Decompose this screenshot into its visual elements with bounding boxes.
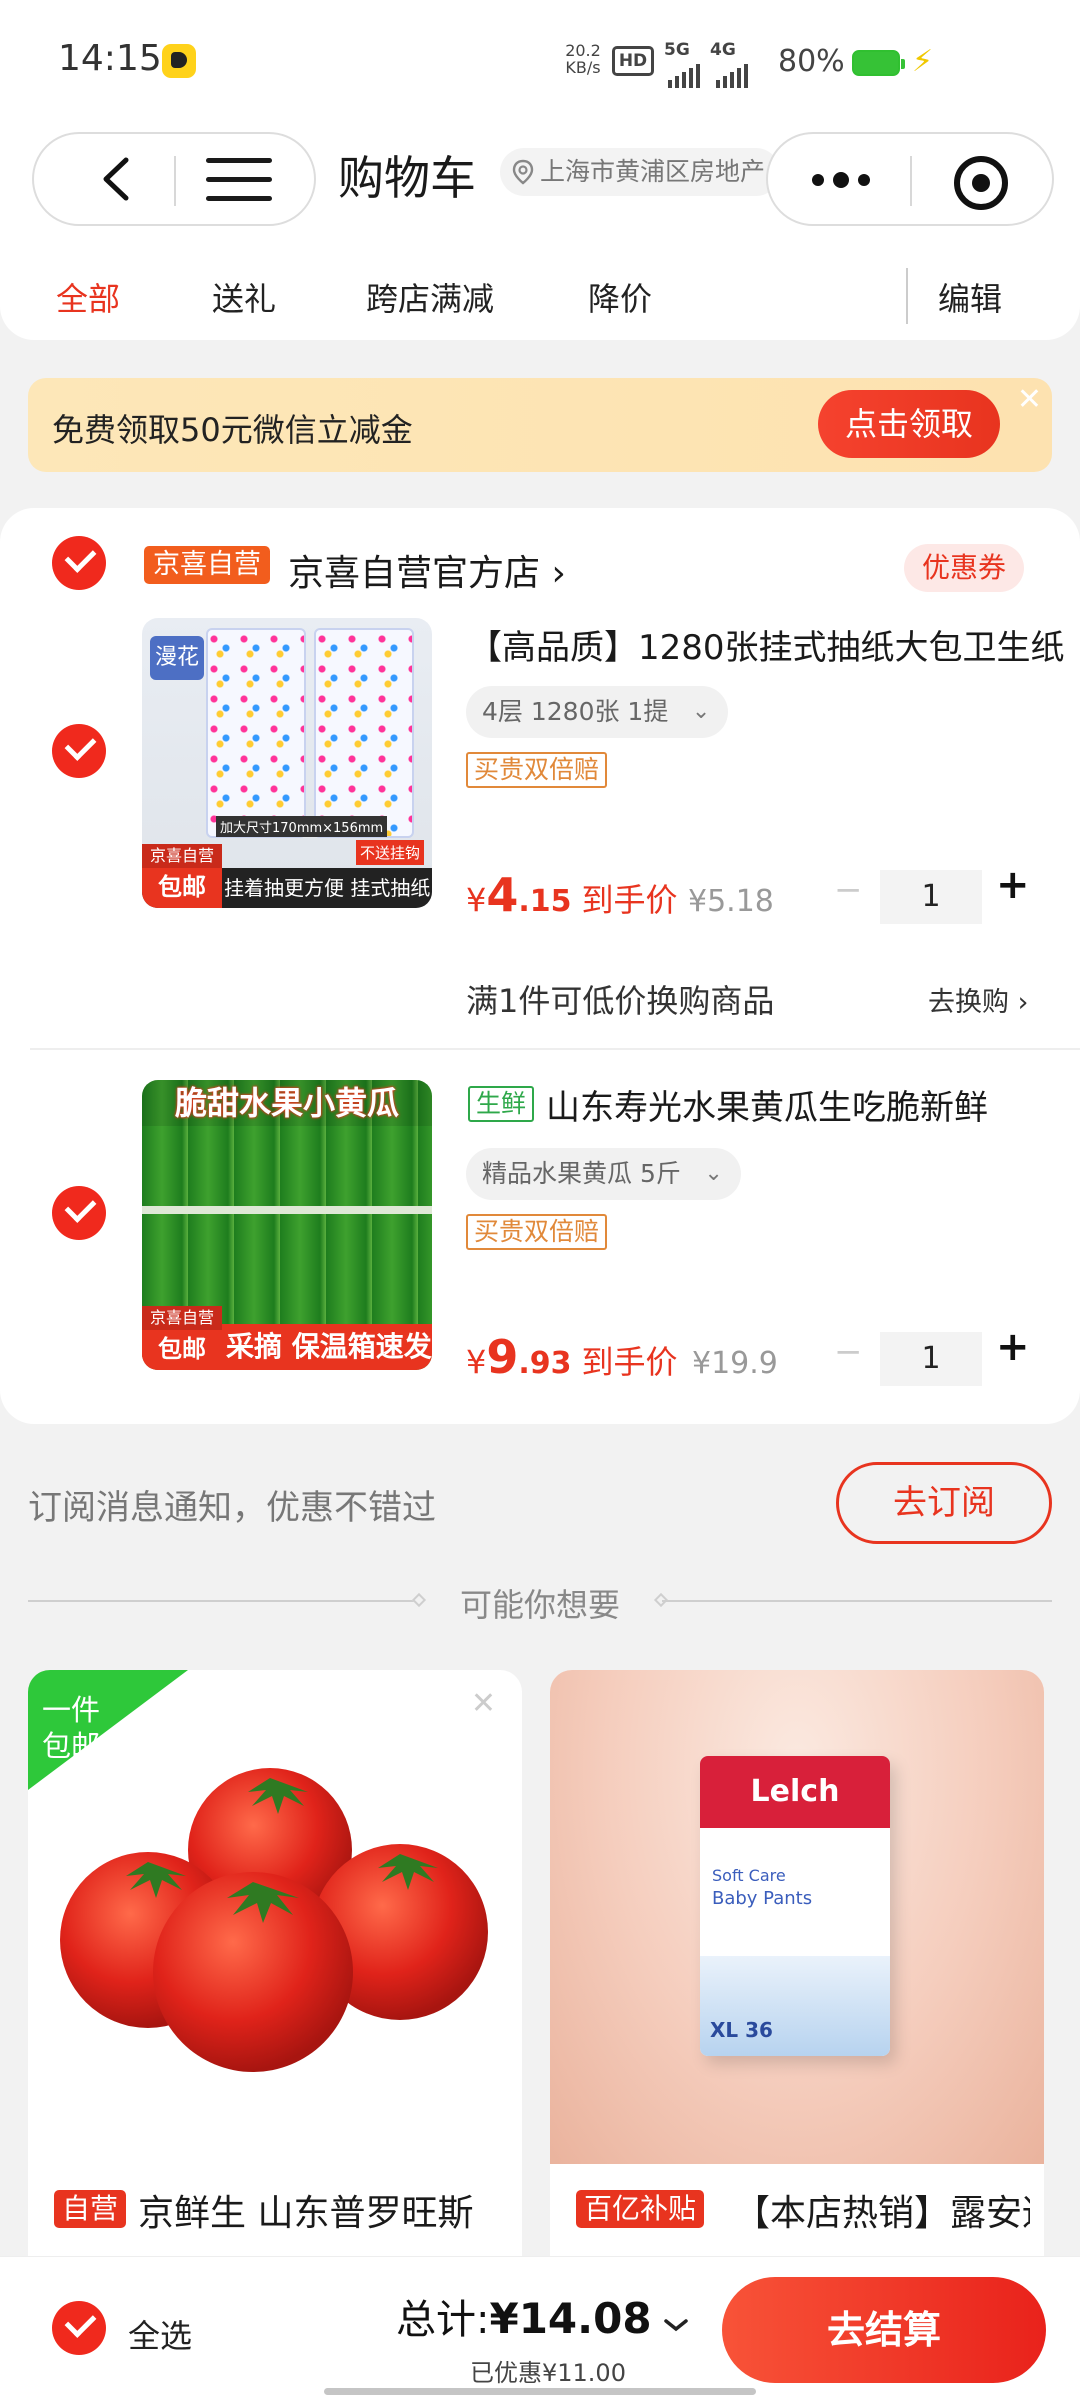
price-guarantee-tag: 买贵双倍赔 bbox=[466, 752, 608, 788]
decrease-quantity-button[interactable]: − bbox=[834, 870, 863, 910]
image-brand-tag: 漫花 bbox=[150, 636, 204, 680]
claim-button[interactable]: 点击领取 bbox=[818, 390, 1000, 458]
page-title: 购物车 bbox=[338, 151, 476, 205]
app-notification-icon bbox=[162, 44, 196, 78]
coupon-button[interactable]: 优惠券 bbox=[904, 544, 1025, 592]
location-text: 上海市黄浦区房地产 bbox=[540, 157, 766, 186]
spec-selector[interactable]: 4层 1280张 1提 ⌄ bbox=[466, 686, 729, 738]
self-operated-badge: 自营 bbox=[54, 2190, 127, 2228]
image-free-shipping-tag: 京喜自营 包邮 bbox=[142, 1306, 222, 1370]
item-checkbox[interactable] bbox=[52, 724, 106, 778]
recommend-divider: 可能你想要 bbox=[28, 1580, 1052, 1624]
final-price: ¥4.15 到手价 bbox=[466, 868, 678, 922]
chevron-down-icon[interactable] bbox=[656, 2305, 696, 2345]
edit-button[interactable]: 编辑 bbox=[938, 274, 1002, 320]
charging-icon: ⚡ bbox=[912, 44, 934, 79]
price-guarantee-tag: 买贵双倍赔 bbox=[466, 1214, 608, 1250]
location-selector[interactable]: 上海市黄浦区房地产 bbox=[500, 148, 780, 196]
tab-price-drop[interactable]: 降价 bbox=[588, 274, 652, 320]
chevron-down-icon: ⌄ bbox=[691, 699, 711, 724]
filter-tabs: 全部 送礼 跨店满减 降价 编辑 bbox=[0, 264, 1080, 328]
increase-quantity-button[interactable]: + bbox=[996, 862, 1030, 908]
nav-capsule bbox=[32, 132, 316, 226]
original-price: ¥19.9 bbox=[692, 1346, 778, 1381]
tissue-pack-graphic bbox=[314, 628, 414, 838]
back-arrow-icon[interactable] bbox=[92, 152, 146, 206]
tab-divider bbox=[906, 268, 908, 324]
chevron-down-icon: ⌄ bbox=[704, 1161, 723, 1186]
tissue-pack-graphic bbox=[206, 628, 306, 838]
diaper-product-image: Lelch Soft Care Baby Pants XL 36 bbox=[550, 1670, 1044, 2164]
quantity-input[interactable]: 1 bbox=[880, 1332, 982, 1386]
image-hook-caption: 不送挂钩 bbox=[356, 840, 425, 865]
hamburger-menu-icon[interactable] bbox=[206, 158, 272, 204]
promo-text: 免费领取50元微信立减金 bbox=[52, 411, 413, 449]
tab-gift[interactable]: 送礼 bbox=[212, 274, 276, 320]
diaper-package: Lelch Soft Care Baby Pants XL 36 bbox=[700, 1756, 890, 2056]
total-amount: 总计:¥14.08 bbox=[396, 2294, 652, 2343]
store-card: 京喜自营 京喜自营官方店 › 优惠券 漫花 加大尺寸170mm×156mm 不送… bbox=[0, 508, 1080, 1424]
spec-text: 4层 1280张 1提 bbox=[482, 697, 669, 726]
image-free-shipping-tag: 京喜自营 包邮 bbox=[142, 844, 222, 908]
battery-icon bbox=[852, 50, 905, 76]
item-checkbox[interactable] bbox=[52, 1186, 106, 1240]
store-name-link[interactable]: 京喜自营官方店 › bbox=[288, 544, 566, 596]
tab-cross-store-discount[interactable]: 跨店满减 bbox=[366, 274, 494, 320]
network-speed: 20.2 KB/s bbox=[565, 41, 601, 77]
quantity-input[interactable]: 1 bbox=[880, 870, 982, 924]
item-divider bbox=[30, 1048, 1080, 1050]
status-bar: 14:15 20.2 KB/s HD 5G 4G 80% ⚡ bbox=[0, 0, 1080, 125]
image-headline: 脆甜水果小黄瓜 bbox=[142, 1080, 432, 1126]
self-operated-badge: 京喜自营 bbox=[144, 546, 270, 584]
close-icon[interactable]: ✕ bbox=[1017, 382, 1042, 417]
capsule-divider bbox=[174, 156, 176, 206]
fresh-tag: 生鲜 bbox=[468, 1086, 535, 1122]
capsule-divider bbox=[910, 156, 912, 206]
miniprogram-capsule bbox=[766, 132, 1054, 226]
close-miniprogram-icon[interactable] bbox=[954, 156, 1008, 210]
recommend-title: 可能你想要 bbox=[459, 1586, 620, 1624]
battery-percent: 80% bbox=[778, 44, 845, 79]
product-title[interactable]: 山东寿光水果黄瓜生吃脆新鲜 bbox=[546, 1080, 1064, 1129]
select-all-label[interactable]: 全选 bbox=[128, 2311, 192, 2357]
select-all-checkbox[interactable] bbox=[52, 2301, 106, 2355]
product-title[interactable]: 【高品质】1280张挂式抽纸大包卫生纸 bbox=[468, 620, 1064, 669]
tissue-product-image[interactable]: 漫花 加大尺寸170mm×156mm 不送挂钩 挂着抽更方便 挂式抽纸 京喜自营… bbox=[142, 618, 432, 908]
checkout-bar: 全选 总计:¥14.08 已优惠¥11.00 去结算 bbox=[0, 2256, 1080, 2400]
signal-5g-icon bbox=[668, 52, 700, 88]
recommend-title-text: 【本店热销】露安适 bbox=[734, 2193, 1030, 2234]
close-icon[interactable]: ✕ bbox=[471, 1686, 496, 1721]
recommend-card[interactable]: Lelch Soft Care Baby Pants XL 36 百亿补贴 【本… bbox=[550, 1670, 1044, 2300]
spec-text: 精品水果黄瓜 5斤 bbox=[482, 1159, 681, 1188]
image-size-caption: 加大尺寸170mm×156mm bbox=[216, 816, 388, 837]
final-price: ¥9.93 到手价 bbox=[466, 1330, 678, 1384]
more-options-icon[interactable] bbox=[808, 170, 874, 190]
promo-banner: 免费领取50元微信立减金 点击领取 ✕ bbox=[28, 378, 1052, 472]
increase-quantity-button[interactable]: + bbox=[996, 1324, 1030, 1370]
original-price: ¥5.18 bbox=[688, 884, 774, 919]
free-shipping-label: 一件包邮 bbox=[42, 1693, 101, 1763]
decrease-quantity-button[interactable]: − bbox=[834, 1332, 863, 1372]
checkout-button[interactable]: 去结算 bbox=[722, 2277, 1046, 2383]
swap-offer-text: 满1件可低价换购商品 bbox=[466, 982, 775, 1020]
home-indicator[interactable] bbox=[324, 2388, 756, 2395]
subscribe-button[interactable]: 去订阅 bbox=[836, 1462, 1052, 1544]
hd-icon: HD bbox=[612, 46, 654, 76]
tab-all[interactable]: 全部 bbox=[56, 274, 120, 320]
discount-amount: 已优惠¥11.00 bbox=[470, 2359, 626, 2387]
signal-4g-icon bbox=[716, 52, 748, 88]
cucumber-product-image[interactable]: 脆甜水果小黄瓜 采摘 保温箱速发 京喜自营 包邮 bbox=[142, 1080, 432, 1370]
recommend-card[interactable]: 一件包邮 ✕ 自营 京鲜生 山东普罗旺斯 bbox=[28, 1670, 522, 2300]
recommend-title-text: 京鲜生 山东普罗旺斯 bbox=[138, 2193, 474, 2234]
subsidy-badge: 百亿补贴 bbox=[576, 2190, 705, 2228]
status-time: 14:15 bbox=[58, 38, 162, 79]
subscribe-text: 订阅消息通知，优惠不错过 bbox=[28, 1488, 436, 1528]
store-checkbox[interactable] bbox=[52, 536, 106, 590]
swap-link[interactable]: 去换购 › bbox=[928, 980, 1028, 1019]
spec-selector[interactable]: 精品水果黄瓜 5斤 ⌄ bbox=[466, 1148, 741, 1200]
location-pin-icon bbox=[512, 159, 534, 185]
